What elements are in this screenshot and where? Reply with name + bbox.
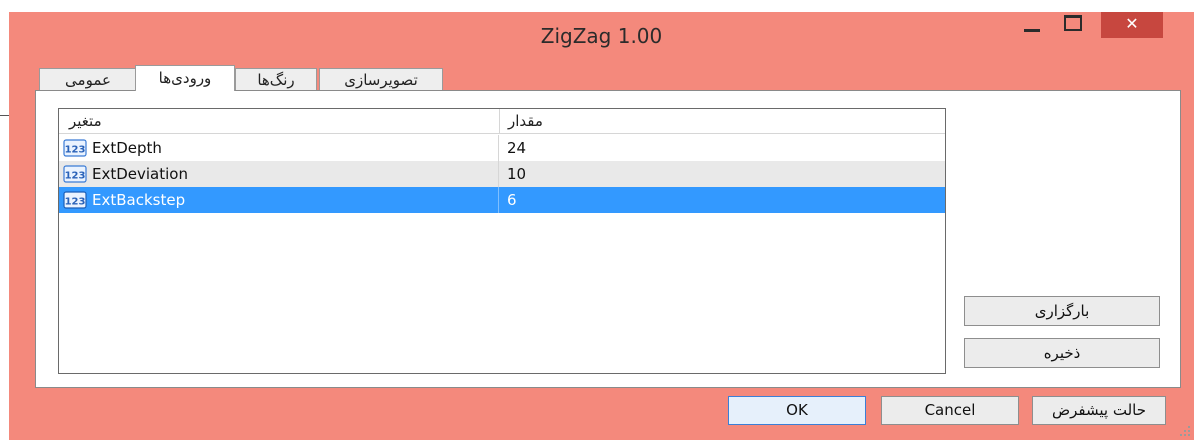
reset-defaults-button[interactable]: حالت پیشفرض [1032, 396, 1166, 425]
cancel-button[interactable]: Cancel [881, 396, 1019, 425]
variable-name: ExtDeviation [92, 165, 188, 183]
tab-visualization[interactable]: تصویرسازی [319, 68, 443, 90]
tab-inputs[interactable]: ورودی‌ها [135, 65, 235, 91]
variable-name: ExtBackstep [92, 191, 186, 209]
load-button[interactable]: بارگزاری [964, 296, 1160, 326]
variable-value[interactable]: 10 [507, 165, 526, 183]
maximize-icon [1064, 15, 1082, 31]
title-bar[interactable]: ZigZag 1.00 ✕ [9, 12, 1194, 62]
dialog-window: ZigZag 1.00 ✕ عمومی ورودی‌ها رنگ‌ها تصوی… [9, 12, 1194, 440]
table-row-selected[interactable]: 123 ExtBackstep 6 [59, 187, 945, 213]
column-header-variable[interactable]: متغیر [59, 109, 500, 133]
column-header-value[interactable]: مقدار [500, 109, 945, 133]
maximize-button[interactable] [1054, 12, 1088, 34]
svg-text:123: 123 [65, 145, 86, 156]
ok-button[interactable]: OK [728, 396, 866, 425]
svg-text:123: 123 [65, 171, 86, 182]
column-header-value-label: مقدار [508, 112, 543, 130]
save-button[interactable]: ذخیره [964, 338, 1160, 368]
column-header-variable-label: متغیر [69, 112, 102, 130]
svg-text:123: 123 [65, 197, 86, 208]
numeric-123-icon: 123 [63, 139, 87, 157]
minimize-icon [1024, 29, 1040, 32]
minimize-button[interactable] [1016, 12, 1050, 34]
close-icon: ✕ [1125, 14, 1139, 33]
table-header: متغیر مقدار [59, 109, 945, 134]
numeric-123-icon: 123 [63, 165, 87, 183]
desktop-divider [0, 115, 9, 116]
numeric-123-icon: 123 [63, 191, 87, 209]
variable-cell: 123 ExtDepth [59, 135, 499, 161]
resize-grip-icon[interactable] [1180, 426, 1190, 436]
table-row[interactable]: 123 ExtDepth 24 [59, 135, 945, 161]
tab-colors[interactable]: رنگ‌ها [235, 68, 317, 90]
variable-value[interactable]: 6 [507, 191, 517, 209]
table-row[interactable]: 123 ExtDeviation 10 [59, 161, 945, 187]
close-button[interactable]: ✕ [1101, 12, 1163, 38]
variable-cell: 123 ExtDeviation [59, 161, 499, 187]
variable-cell: 123 ExtBackstep [59, 187, 499, 213]
inputs-table[interactable]: متغیر مقدار 123 ExtDepth 24 123 ExtDevia… [58, 108, 946, 374]
variable-name: ExtDepth [92, 139, 162, 157]
tab-general[interactable]: عمومی [39, 68, 137, 90]
variable-value[interactable]: 24 [507, 139, 526, 157]
desktop-edge [0, 0, 9, 440]
